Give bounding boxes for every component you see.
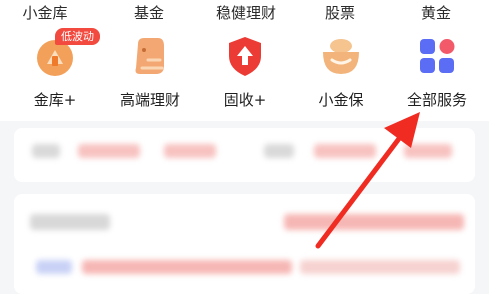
- shortcut-all-services[interactable]: 全部服务: [389, 34, 485, 110]
- premium-wealth-icon: [128, 34, 172, 78]
- blurred-text: [264, 144, 294, 158]
- blurred-content-card: [14, 194, 475, 294]
- top-item-fund[interactable]: 基金: [109, 2, 189, 23]
- blurred-text: [314, 144, 376, 158]
- vault-plus-icon: 低波动: [33, 28, 100, 78]
- gold-bowl-icon: [319, 34, 363, 78]
- shortcut-fixed-income-plus[interactable]: 固收+: [197, 34, 293, 110]
- blurred-summary-card: [14, 128, 475, 182]
- top-shortcut-row: 小金库 基金 稳健理财 股票 黄金: [0, 0, 489, 26]
- top-item-stable-wealth[interactable]: 稳健理财: [206, 2, 286, 23]
- blurred-text: [300, 260, 460, 274]
- shortcut-label: 金库+: [33, 91, 77, 109]
- shortcut-small-gold-insurance[interactable]: 小金保: [293, 34, 389, 110]
- low-volatility-badge: 低波动: [55, 28, 100, 45]
- shortcut-premium-wealth[interactable]: 高端理财: [102, 34, 198, 110]
- top-item-stocks[interactable]: 股票: [300, 2, 380, 23]
- top-item-gold[interactable]: 黄金: [396, 2, 476, 23]
- fixed-income-shield-icon: [223, 34, 267, 78]
- icon-shortcut-row: 低波动 金库+ 高端理财 固收+ 小金保 全部服务: [0, 26, 489, 121]
- blurred-text: [32, 144, 60, 158]
- blurred-text: [404, 144, 452, 158]
- blurred-text: [30, 214, 110, 230]
- blurred-text: [82, 260, 292, 274]
- shortcut-label: 固收+: [223, 91, 267, 109]
- top-item-small-vault[interactable]: 小金库: [5, 2, 85, 23]
- shortcut-label: 小金保: [318, 91, 364, 109]
- blurred-text: [78, 144, 140, 158]
- shortcut-label: 高端理财: [119, 91, 180, 109]
- shortcut-label: 全部服务: [406, 91, 467, 109]
- blurred-text: [164, 144, 216, 158]
- blurred-text: [36, 260, 72, 274]
- all-services-grid-icon: [415, 34, 459, 78]
- blurred-text: [284, 214, 464, 230]
- shortcut-vault-plus[interactable]: 低波动 金库+: [7, 28, 103, 110]
